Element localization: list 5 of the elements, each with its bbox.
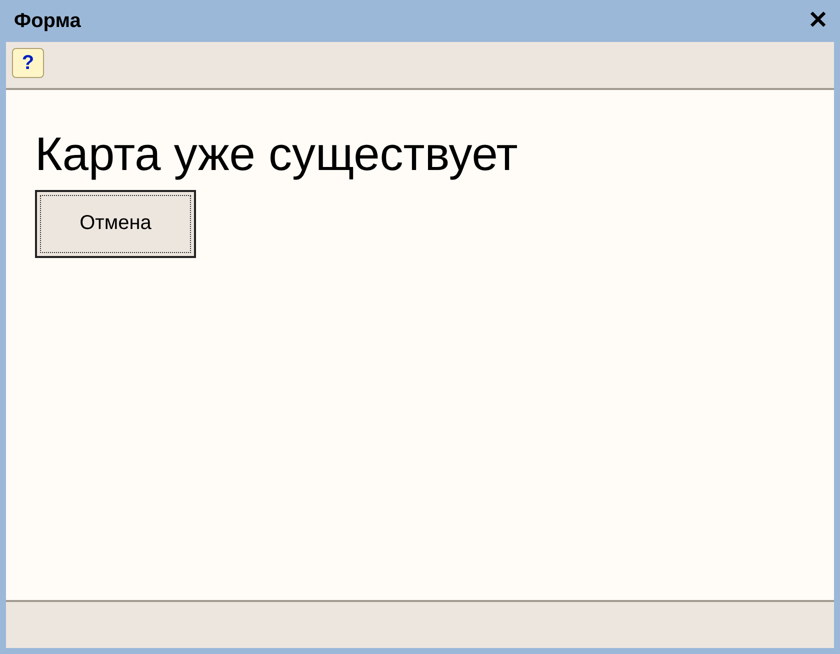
close-button[interactable]: ✕ xyxy=(808,9,828,33)
window-title: Форма xyxy=(14,10,81,32)
cancel-button[interactable]: Отмена xyxy=(35,190,196,258)
help-button[interactable]: ? xyxy=(12,48,44,78)
heading: Карта уже существует xyxy=(35,128,518,180)
